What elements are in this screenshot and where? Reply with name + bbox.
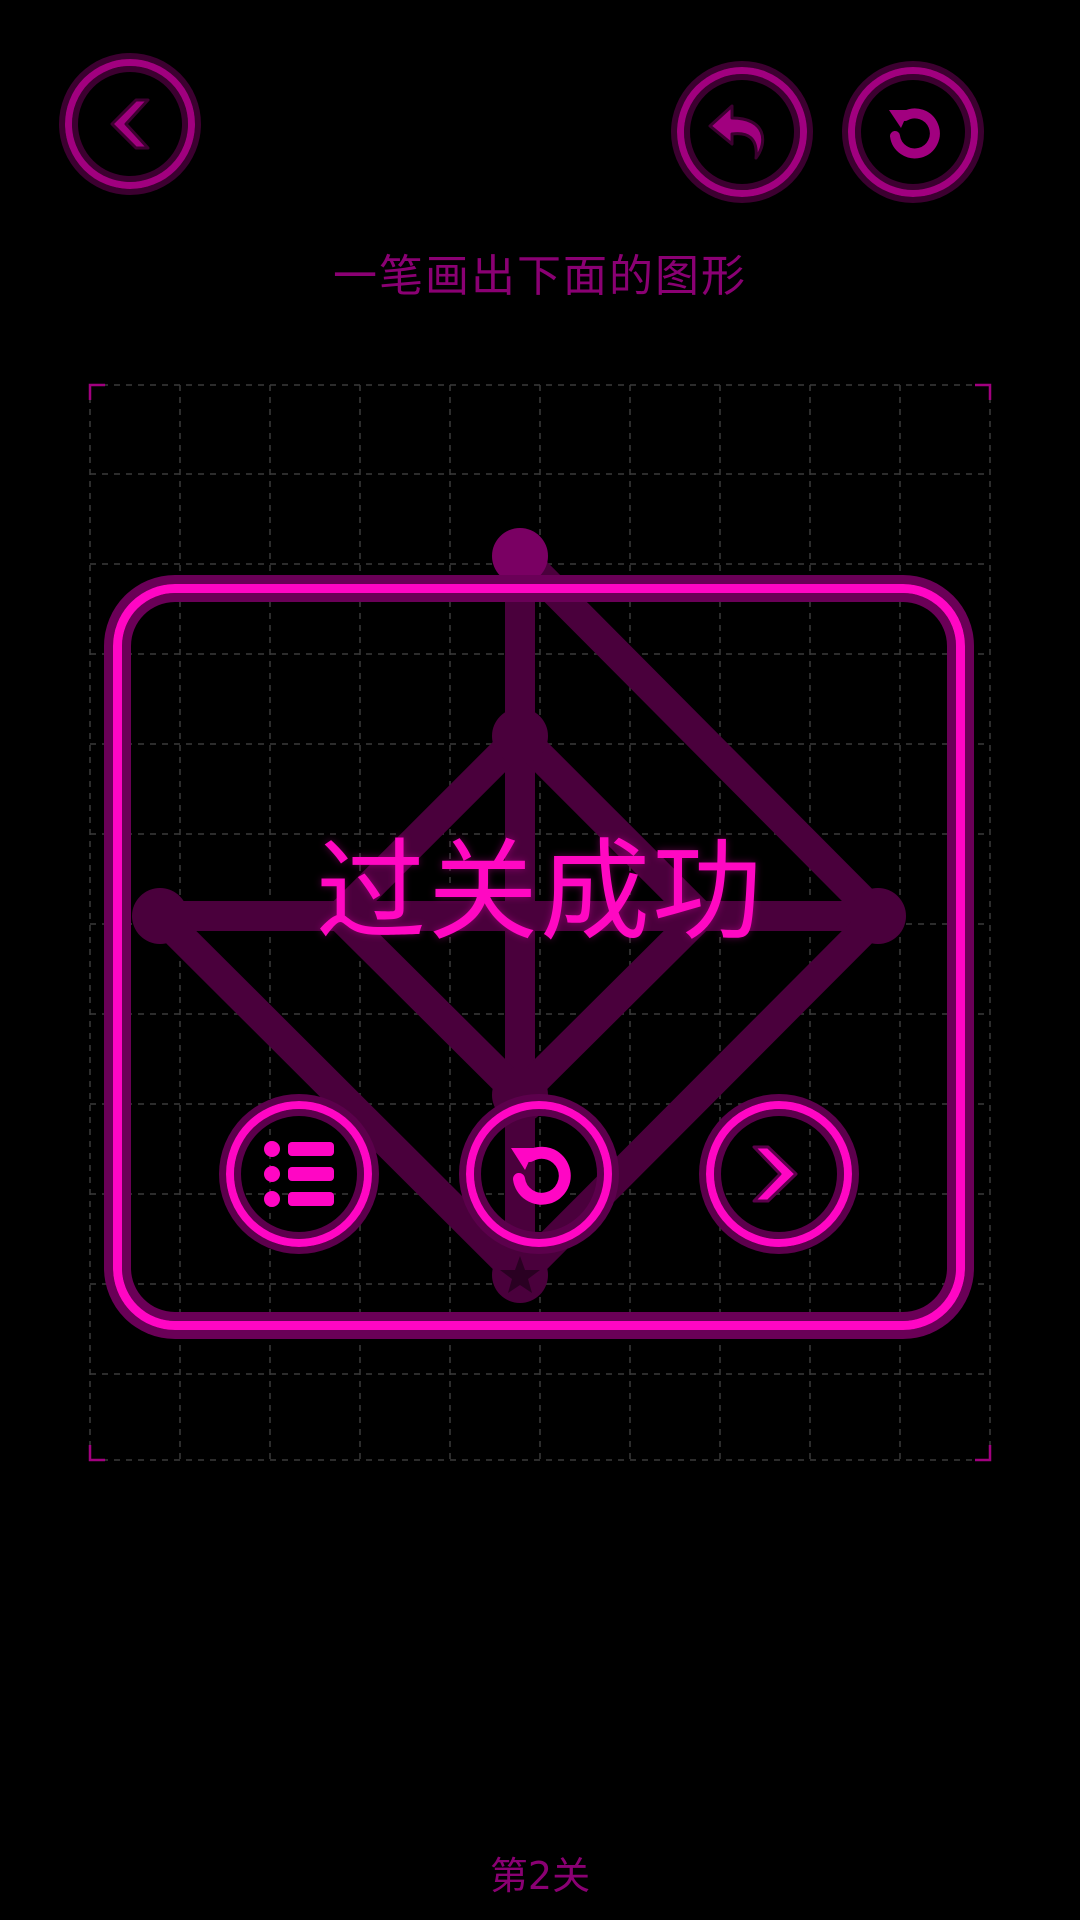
undo-arrow-icon [708,104,765,160]
undo-button[interactable] [677,67,807,197]
level-menu-button[interactable] [226,1101,372,1247]
restart-icon [511,1146,571,1205]
back-button[interactable] [65,59,195,189]
restart-button[interactable] [848,67,978,197]
node-top [492,528,548,584]
replay-button[interactable] [466,1101,612,1247]
chevron-left-icon [110,98,150,150]
chevron-right-icon [752,1145,798,1203]
next-level-button[interactable] [706,1101,852,1247]
restart-icon [889,108,940,159]
instruction-text: 一笔画出下面的图形 [333,251,747,302]
list-icon [264,1141,334,1207]
level-label: 第2关 [489,1854,591,1898]
success-title: 过关成功 [316,828,764,956]
